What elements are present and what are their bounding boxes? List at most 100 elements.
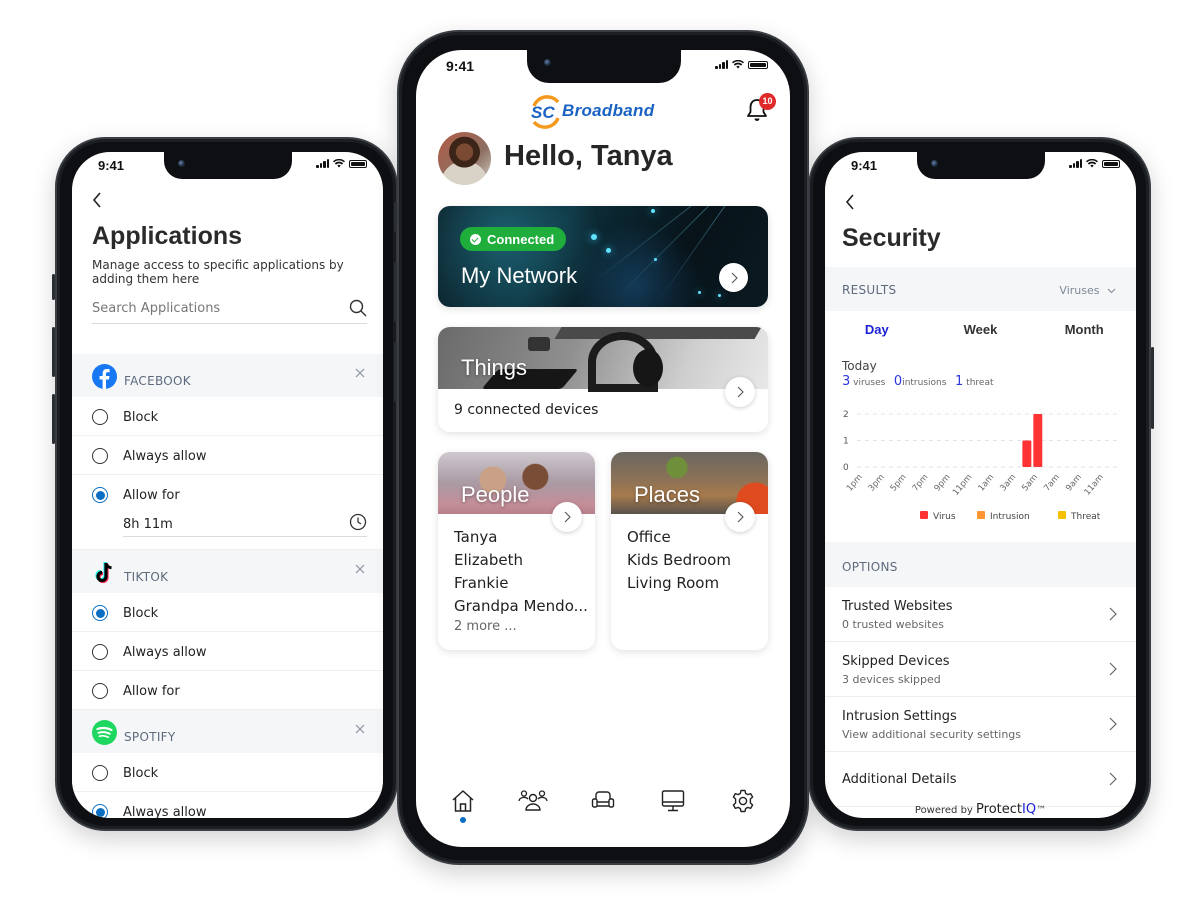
chevron-right-icon (737, 511, 744, 523)
x-tick-label: 11am (1083, 473, 1106, 498)
connection-status: Connected (487, 231, 555, 247)
page-subtitle: Manage access to specific applications b… (92, 258, 344, 286)
radio-button-selected[interactable] (92, 487, 108, 503)
option-title: Intrusion Settings (842, 709, 957, 724)
option-block[interactable]: Block (72, 593, 383, 632)
powered-by-brand-a: Protect (976, 802, 1023, 817)
tab-people[interactable] (513, 788, 553, 828)
option-label: Always allow (123, 805, 207, 818)
x-tick-label: 5pm (889, 473, 909, 494)
option-label: Allow for (123, 684, 180, 699)
radio-button[interactable] (92, 683, 108, 699)
legend-swatch-threat (1058, 511, 1066, 519)
x-tick-label: 1am (976, 473, 996, 494)
things-card[interactable]: Things 9 connected devices (438, 327, 768, 432)
radio-button[interactable] (92, 765, 108, 781)
chevron-right-icon (731, 272, 738, 283)
option-allow-for[interactable]: Allow for (72, 671, 383, 710)
tiktok-icon (95, 562, 112, 584)
tab-day[interactable]: Day (825, 322, 929, 337)
chevron-right-icon (564, 511, 571, 523)
option-additional-details[interactable]: Additional Details (825, 752, 1136, 807)
status-time: 9:41 (446, 58, 475, 74)
option-always-allow[interactable]: Always allow (72, 632, 383, 671)
legend-label-virus: Virus (933, 512, 956, 522)
threat-count: 1 (955, 374, 964, 389)
trademark: ™ (1036, 805, 1047, 816)
page-title: Applications (92, 222, 243, 250)
remove-app-button[interactable] (355, 562, 365, 578)
things-open-button[interactable] (725, 377, 755, 407)
radio-button[interactable] (92, 409, 108, 425)
sc-logo-icon: SC (531, 95, 560, 129)
signal-icon (1069, 159, 1082, 168)
people-card[interactable]: People Tanya Elizabeth Frankie Grandpa M… (438, 452, 595, 650)
duration-value: 8h 11m (123, 517, 173, 532)
connection-status-badge: Connected (460, 227, 567, 251)
option-label: Always allow (123, 449, 207, 464)
x-tick-label: 7pm (911, 473, 931, 494)
option-allow-for[interactable]: Allow for 8h 11m (72, 475, 383, 550)
intrusion-count: 0 (893, 374, 903, 389)
tab-places[interactable] (583, 788, 623, 828)
home-icon (452, 790, 474, 812)
radio-button-selected[interactable] (92, 804, 108, 818)
option-block[interactable]: Block (72, 753, 383, 792)
back-button[interactable] (92, 192, 102, 213)
option-always-allow[interactable]: Always allow (72, 436, 383, 475)
filter-dropdown[interactable]: Viruses (1059, 284, 1116, 297)
remove-app-button[interactable] (355, 722, 365, 738)
option-skipped-devices[interactable]: Skipped Devices 3 devices skipped (825, 642, 1136, 697)
security-screen: 9:41 Security RESULTS Viruses Day Week M… (825, 152, 1136, 818)
person-item: Tanya (454, 528, 498, 546)
legend-label-threat: Threat (1070, 512, 1101, 522)
search-icon[interactable] (349, 299, 367, 317)
chevron-right-icon (1109, 772, 1117, 786)
status-time: 9:41 (98, 158, 125, 173)
duration-field[interactable]: 8h 11m (123, 513, 367, 537)
places-list: Office Kids Bedroom Living Room (627, 526, 731, 595)
more-people-link[interactable]: 2 more ... (454, 618, 588, 636)
y-tick-label: 0 (843, 463, 849, 473)
close-icon (355, 724, 365, 734)
bar-virus (1033, 414, 1043, 467)
x-tick-label: 5am (1020, 473, 1040, 494)
places-card[interactable]: Places Office Kids Bedroom Living Room (611, 452, 768, 650)
people-title: People (461, 482, 530, 507)
network-card[interactable]: Connected My Network (438, 206, 768, 307)
radio-button[interactable] (92, 448, 108, 464)
tab-week[interactable]: Week (929, 322, 1033, 337)
search-input[interactable] (92, 296, 332, 316)
powered-by: Powered by ProtectIQ™ (825, 802, 1136, 817)
clock-icon[interactable] (349, 513, 367, 531)
chevron-left-icon (92, 192, 101, 208)
option-intrusion-settings[interactable]: Intrusion Settings View additional secur… (825, 697, 1136, 752)
search-field[interactable] (92, 296, 367, 324)
home-screen: 9:41 SC Broadband 10 Hello, Tanya Connec… (416, 50, 790, 847)
volume-down-button (394, 342, 397, 402)
option-block[interactable]: Block (72, 397, 383, 436)
radio-button-selected[interactable] (92, 605, 108, 621)
threat-count-label: threat (966, 378, 994, 388)
option-subtitle: 3 devices skipped (842, 673, 941, 686)
app-header-spotify: SPOTIFY (72, 710, 383, 753)
option-title: Skipped Devices (842, 654, 950, 669)
remove-app-button[interactable] (355, 366, 365, 382)
chevron-down-icon (1107, 288, 1116, 294)
back-button[interactable] (845, 194, 855, 215)
things-subtitle: 9 connected devices (454, 402, 599, 418)
avatar[interactable] (438, 132, 491, 185)
tab-home[interactable] (443, 788, 483, 828)
tab-things[interactable] (653, 788, 693, 828)
signal-icon (316, 159, 329, 168)
status-bar: 9:41 (825, 152, 1136, 184)
tab-month[interactable]: Month (1032, 322, 1136, 337)
chevron-right-icon (1109, 717, 1117, 731)
option-always-allow[interactable]: Always allow (72, 792, 383, 818)
x-tick-label: 3am (998, 473, 1018, 494)
notification-badge: 10 (759, 93, 776, 110)
tab-settings[interactable] (723, 788, 763, 828)
option-trusted-websites[interactable]: Trusted Websites 0 trusted websites (825, 587, 1136, 642)
network-open-button[interactable] (719, 263, 748, 292)
radio-button[interactable] (92, 644, 108, 660)
